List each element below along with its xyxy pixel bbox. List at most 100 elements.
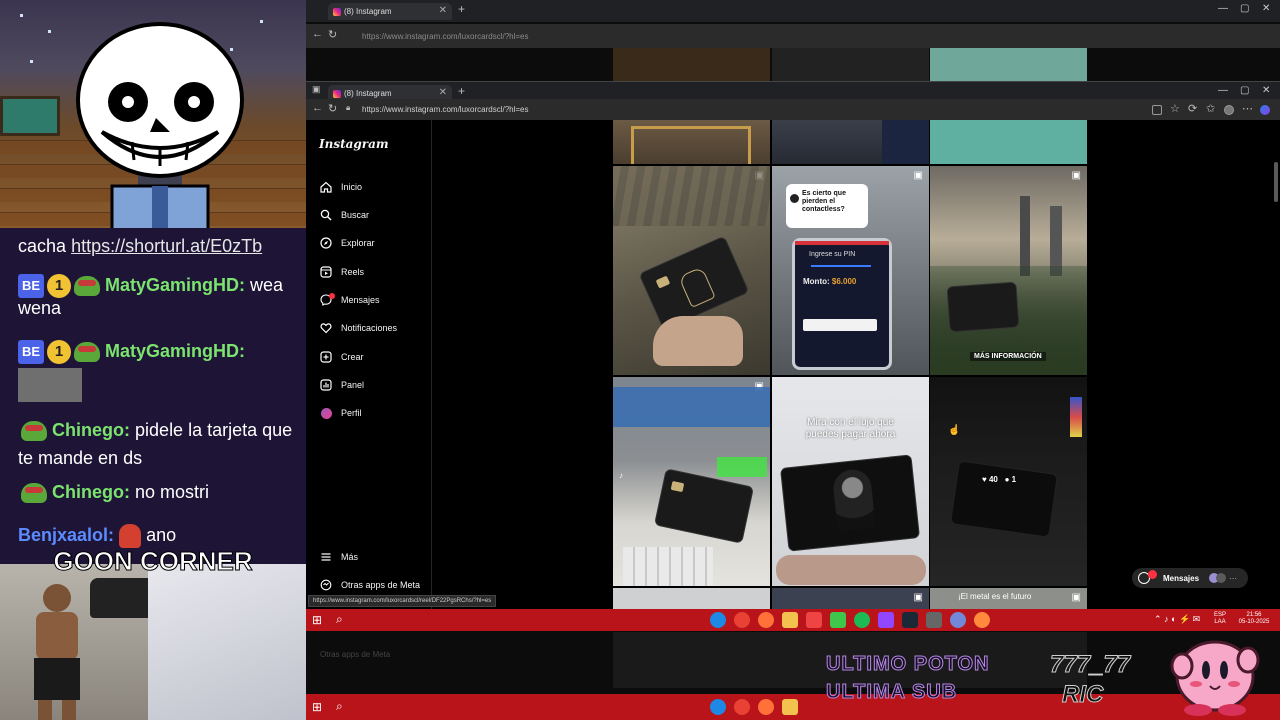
nav-explorar[interactable]: Explorar [320,234,375,252]
chrome-icon[interactable] [734,612,750,628]
instagram-logo[interactable]: Instagram [319,137,389,151]
copilot-icon[interactable] [1260,105,1270,115]
firefox-icon[interactable] [758,612,774,628]
back-icon[interactable]: ← [312,102,323,114]
new-tab-icon[interactable]: + [458,2,465,16]
close-window-icon[interactable]: ✕ [1262,3,1270,14]
chat-username[interactable]: Benjxaalol [18,525,108,545]
comment-icon: ● [1004,475,1010,484]
reload-icon[interactable]: ↻ [328,28,337,41]
chat-text: cacha [18,236,67,256]
sub-badge-icon: 1 [47,340,71,364]
mas-informacion-button[interactable]: MÁS INFORMACIÓN [970,352,1046,361]
close-icon[interactable]: ✕ [439,5,447,16]
maximize-icon[interactable]: ▢ [1240,3,1249,14]
favorite-icon[interactable]: ☆ [1170,102,1180,115]
settings-icon[interactable] [926,612,942,628]
close-window-icon[interactable]: ✕ [1262,85,1270,96]
steam-icon[interactable] [902,612,918,628]
nav-inicio[interactable]: Inicio [320,178,362,196]
extensions-icon[interactable] [1152,105,1162,115]
discord-icon[interactable] [950,612,966,628]
back-icon[interactable]: ← [312,28,323,40]
post-tile[interactable]: ▣ [772,588,929,610]
post-tile[interactable]: ▣ ♪ [613,377,770,586]
post-tile[interactable]: ▣ ¡El metal es el futuro [930,588,1087,610]
twitch-icon[interactable] [878,612,894,628]
language-indicator[interactable]: ESP LAA [1214,612,1226,626]
mario-emote-icon [119,524,142,548]
post-tile[interactable]: ▣ MÁS INFORMACIÓN [930,166,1087,375]
post-tile[interactable] [930,120,1087,164]
nav-mensajes[interactable]: Mensajes [320,291,380,309]
windows-start-icon[interactable]: ⊞ [312,613,322,627]
new-tab-icon[interactable]: + [458,84,465,98]
app-icon[interactable] [830,612,846,628]
nav-otras-apps[interactable]: Otras apps de Meta [320,576,420,594]
tray-icons[interactable]: ⌃ ♪ ◐ ⚡ ✉ [1154,614,1200,625]
edge-icon[interactable] [710,612,726,628]
close-icon[interactable]: ✕ [439,87,447,98]
chat-username[interactable]: MatyGamingHD [105,341,239,361]
browser-tab[interactable]: (8) Instagram ✕ [328,3,452,20]
post-tile[interactable]: ♥ 40 ● 1 ☝ [930,377,1087,586]
hand-image [776,555,926,585]
chat-link[interactable]: https://shorturl.at/E0zTb [71,236,262,256]
post-tile[interactable] [613,120,770,164]
avatar-icon [320,407,332,419]
post-thumbnail [772,48,929,82]
nav-reels[interactable]: Reels [320,263,364,281]
post-tile[interactable]: Mira con el lujo que puedes pagar ahora [772,377,929,586]
folder-icon[interactable] [782,612,798,628]
app-icon[interactable] [806,612,822,628]
hamburger-icon [320,551,332,563]
refresh-icon[interactable]: ⟳ [1188,102,1197,115]
reload-icon[interactable]: ↻ [328,102,337,115]
profile-icon[interactable] [1224,105,1234,115]
avatar [1216,573,1227,583]
webcam-area [0,564,306,720]
post-tile[interactable]: ▣ Es cierto que pierden el contactless? … [772,166,929,375]
nav-panel[interactable]: Panel [320,376,364,394]
nav-notificaciones[interactable]: Notificaciones [320,319,397,337]
clock[interactable]: 21:56 05-10-2025 [1236,612,1272,626]
taskbar-ghost: ⊞ ⌕ [306,694,1280,720]
spotify-icon[interactable] [854,612,870,628]
badge-icon: BE [18,274,44,298]
nav-mas[interactable]: Más [320,548,358,566]
post-caption: ¡El metal es el futuro [958,592,1032,601]
nav-crear[interactable]: Crear [320,348,364,366]
lock-icon[interactable]: 🔒︎ [346,103,350,113]
chat-username[interactable]: Chinego [52,420,124,440]
post-tile[interactable] [772,120,929,164]
emote-image [18,368,82,402]
minimize-icon[interactable]: — [1218,3,1228,14]
messages-pill[interactable]: Mensajes ⋯ [1132,568,1248,588]
nav-perfil[interactable]: Perfil [320,404,362,422]
chat-message: BE 1 MatyGamingHD: wea wena [18,274,284,318]
url-field[interactable]: https://www.instagram.com/luxorcardscl/?… [356,102,1136,117]
reel-icon: ▣ [913,170,923,181]
minimize-icon[interactable]: — [1218,85,1228,96]
menu-icon[interactable]: ⋯ [1242,102,1253,115]
plus-icon [320,351,332,363]
tab-bar: (8) Instagram ✕ + — ▢ ✕ [306,0,1280,22]
search-icon[interactable]: ⌕ [336,612,343,627]
tab-actions-icon[interactable]: ▣ [312,84,321,95]
obs-icon[interactable] [974,612,990,628]
windows-start-icon: ⊞ [312,700,323,714]
reel-icon: ▣ [1071,170,1081,181]
collections-icon[interactable]: ✩ [1206,102,1215,115]
post-tile[interactable]: ▣ [613,166,770,375]
tiktok-icon: ♪ [619,471,623,480]
instagram-icon [333,90,341,98]
maximize-icon[interactable]: ▢ [1240,85,1249,96]
atm-screen-image [613,387,770,427]
chat-username[interactable]: Chinego [52,482,124,502]
keypad-image [623,547,713,586]
post-tile[interactable] [613,588,770,610]
url-field[interactable]: https://www.instagram.com/luxorcardscl/?… [356,29,1136,44]
scrollbar[interactable] [1274,162,1278,202]
nav-buscar[interactable]: Buscar [320,206,369,224]
chat-username[interactable]: MatyGamingHD [105,275,239,295]
